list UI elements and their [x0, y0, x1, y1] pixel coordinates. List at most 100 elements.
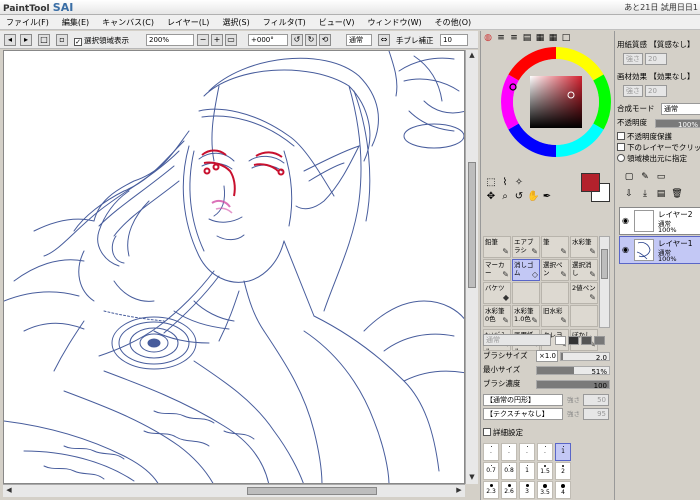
layer-opacity-slider[interactable]: 100%	[655, 119, 700, 129]
brush-size-preset[interactable]: 1	[555, 443, 571, 461]
brush-size-preset[interactable]: .	[501, 443, 517, 461]
selection-source-radio[interactable]	[617, 154, 625, 162]
rotate-view-icon[interactable]: ↺	[513, 191, 525, 203]
tool-watercolor-0[interactable]: 水彩筆 0色 ✎	[483, 305, 511, 327]
new-linework-layer-icon[interactable]: ✎	[639, 171, 651, 183]
tool-grid-scrollbar[interactable]	[599, 236, 610, 328]
blend-mode-select[interactable]: 通常	[346, 34, 372, 46]
detail-settings-checkbox[interactable]	[483, 428, 491, 436]
brush-mode-select[interactable]: 通常	[483, 334, 551, 346]
visibility-eye-icon[interactable]: ◉	[622, 216, 629, 225]
menu-edit[interactable]: 編集(E)	[56, 15, 96, 29]
edge-hard-button[interactable]	[555, 336, 566, 345]
brush-shape-select[interactable]: 【通常の円形】	[483, 394, 563, 406]
brush-shape-strength[interactable]: 50	[583, 394, 609, 406]
scroll-up-icon[interactable]: ▲	[467, 51, 477, 61]
rotate-reset-button[interactable]: ⟲	[319, 34, 331, 46]
edge-soft-button[interactable]	[581, 336, 592, 345]
vertical-scroll-thumb[interactable]	[468, 162, 476, 288]
rect-select-icon[interactable]: ⬚	[485, 177, 497, 189]
delete-layer-icon[interactable]: 🗑	[671, 188, 683, 200]
tool-old-watercolor[interactable]: 旧水彩 ✎	[541, 305, 569, 327]
hsv-slider-tab-icon[interactable]: ≡	[509, 33, 519, 43]
menu-file[interactable]: ファイル(F)	[0, 15, 56, 29]
tool-bucket[interactable]: バケツ ◆	[483, 282, 511, 304]
magic-wand-icon[interactable]: ✧	[513, 177, 525, 189]
brush-size-preset[interactable]: .	[483, 443, 499, 461]
paper-strength-value[interactable]: 20	[645, 53, 667, 65]
brush-size-preset[interactable]: 0.8	[501, 462, 517, 480]
brush-size-preset[interactable]: 3.5	[537, 481, 553, 499]
tool-airbrush[interactable]: エアブラシ ✎	[512, 236, 540, 258]
brush-size-preset[interactable]: 0.7	[483, 462, 499, 480]
brush-size-preset[interactable]: 4	[555, 481, 571, 499]
scroll-down-icon[interactable]: ▼	[467, 473, 477, 483]
edge-medium-button[interactable]	[568, 336, 579, 345]
scroll-right-icon[interactable]: ▶	[454, 486, 464, 496]
tool-empty-3[interactable]	[570, 305, 598, 327]
brush-size-preset[interactable]: 2.3	[483, 481, 499, 499]
zoom-field[interactable]: 200%	[146, 34, 194, 46]
brush-size-slider[interactable]: 2.0	[560, 352, 610, 362]
brush-size-preset[interactable]: 2	[555, 462, 571, 480]
brush-size-preset[interactable]: 1	[519, 462, 535, 480]
drawing-canvas[interactable]	[3, 50, 465, 484]
scroll-left-icon[interactable]: ◀	[4, 486, 14, 496]
visibility-eye-icon[interactable]: ◉	[622, 245, 629, 254]
flip-button[interactable]: ⇔	[378, 34, 390, 46]
brush-size-preset[interactable]: 2.6	[501, 481, 517, 499]
protect-opacity-checkbox[interactable]	[617, 132, 625, 140]
edge-softer-button[interactable]	[594, 336, 605, 345]
tool-binary-pen[interactable]: 2値ペン ✎	[570, 282, 598, 304]
selection-source-row[interactable]: 領域検出元に指定	[617, 153, 700, 165]
show-selection-toggle[interactable]: ✓ 選択領域表示	[74, 35, 129, 46]
eyedropper-icon[interactable]: ✒	[541, 191, 553, 203]
move-icon[interactable]: ✥	[485, 191, 497, 203]
brush-size-preset[interactable]: .	[537, 443, 553, 461]
tool-eraser[interactable]: 消しゴム ◇	[512, 259, 540, 281]
merge-down-icon[interactable]: ⤓	[639, 188, 651, 200]
transfer-down-icon[interactable]: ⇩	[623, 188, 635, 200]
menu-canvas[interactable]: キャンバス(C)	[96, 15, 161, 29]
rotate-right-button[interactable]: ↻	[305, 34, 317, 46]
palette-tab-icon[interactable]: ▦	[535, 33, 545, 43]
clip-lower-checkbox[interactable]	[617, 143, 625, 151]
menu-filter[interactable]: フィルタ(T)	[257, 15, 313, 29]
paper-effect-strength-value[interactable]: 20	[645, 85, 667, 97]
tool-selection-pen[interactable]: 選択ペン ✎	[541, 259, 569, 281]
menu-window[interactable]: ウィンドウ(W)	[361, 15, 428, 29]
stabilizer-select[interactable]: 10	[440, 34, 468, 46]
menu-layer[interactable]: レイヤー(L)	[161, 15, 216, 29]
swatch-tab-icon[interactable]: ▦	[548, 33, 558, 43]
brush-size-preset[interactable]: 1.5	[537, 462, 553, 480]
paper-effect-select[interactable]: 【効果なし】	[649, 72, 694, 81]
tool-brush[interactable]: 筆 ✎	[541, 236, 569, 258]
horizontal-scroll-thumb[interactable]	[247, 487, 377, 495]
tool-watercolor-1[interactable]: 水彩筆 1.0色 ✎	[512, 305, 540, 327]
layer-item-selected[interactable]: ◉ レイヤー1 通常 100%	[619, 236, 700, 264]
tool-watercolor[interactable]: 水彩筆 ✎	[570, 236, 598, 258]
show-selection-checkbox[interactable]: ✓	[74, 38, 82, 46]
brush-texture-select[interactable]: 【テクスチャなし】	[483, 408, 563, 420]
color-wheel[interactable]	[501, 47, 611, 157]
tool-marker[interactable]: マーカー ✎	[483, 259, 511, 281]
angle-field[interactable]: +000°	[248, 34, 288, 46]
foreground-color-swatch[interactable]	[581, 173, 600, 192]
brush-texture-strength[interactable]: 95	[583, 408, 609, 420]
tool-grid-scroll-thumb[interactable]	[601, 249, 608, 279]
paper-texture-select[interactable]: 【質感なし】	[649, 40, 694, 49]
brush-size-preset[interactable]: .	[519, 443, 535, 461]
new-folder-icon[interactable]: ▭	[655, 171, 667, 183]
layer-blend-select[interactable]: 通常	[661, 103, 700, 115]
gradient-tab-icon[interactable]: ▤	[522, 33, 532, 43]
menu-other[interactable]: その他(O)	[429, 15, 479, 29]
tool-empty-1[interactable]	[512, 282, 540, 304]
rotate-left-button[interactable]: ↺	[291, 34, 303, 46]
zoom-icon[interactable]: ⌕	[499, 191, 511, 203]
deselect-button[interactable]: □	[38, 34, 50, 46]
invert-selection-button[interactable]: ▫	[56, 34, 68, 46]
color-wheel-tab-icon[interactable]: ◍	[483, 33, 493, 43]
menu-view[interactable]: ビュー(V)	[313, 15, 362, 29]
undo-button[interactable]: ◂	[4, 34, 16, 46]
zoom-out-button[interactable]: −	[197, 34, 209, 46]
